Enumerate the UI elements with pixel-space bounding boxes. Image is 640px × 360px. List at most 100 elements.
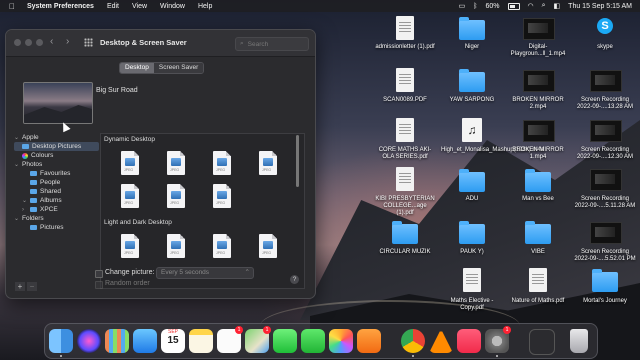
search-field[interactable]: ⌕ Search (235, 37, 309, 51)
skype-icon: S (597, 18, 613, 34)
wallpaper-thumbnail[interactable] (167, 234, 185, 258)
menu-view[interactable]: View (132, 3, 147, 10)
pdf-file-icon (396, 68, 414, 92)
sidebar-item-albums[interactable]: ⌄ Albums (14, 196, 99, 205)
help-button[interactable]: ? (290, 275, 299, 284)
wallpaper-thumbnail[interactable] (167, 151, 185, 175)
tab-switcher: Desktop Screen Saver (119, 62, 205, 74)
change-picture-label: Change picture: (105, 269, 155, 276)
desktop-screensaver-window: ‹ › Desktop & Screen Saver ⌕ Search Desk… (5, 29, 316, 299)
section-light-dark-desktop: Light and Dark Desktop (104, 219, 172, 226)
battery-percent[interactable]: 60% (486, 3, 500, 10)
folder-icon (525, 221, 551, 244)
menu-edit[interactable]: Edit (107, 3, 119, 10)
chevron-down-icon: ⌄ (14, 162, 20, 168)
window-footer: + − Change picture: Every 5 seconds ⌃ Ra… (6, 267, 315, 298)
close-window-button[interactable] (14, 39, 21, 46)
tab-screen-saver[interactable]: Screen Saver (153, 63, 204, 73)
folder-icon (30, 189, 37, 194)
video-file-icon (590, 120, 622, 142)
battery-icon[interactable] (507, 2, 520, 10)
video-file-icon (590, 169, 622, 191)
chevron-down-icon: ⌄ (14, 135, 20, 141)
video-file-icon (590, 70, 622, 92)
add-folder-button[interactable]: + (15, 282, 25, 291)
books-dock-icon[interactable] (357, 329, 381, 353)
folder-icon (459, 169, 485, 192)
sidebar-group-folders[interactable]: ⌄ Folders (14, 214, 99, 223)
folder-icon (525, 169, 551, 192)
search-placeholder: Search (247, 40, 269, 48)
notes-dock-icon[interactable] (189, 329, 213, 353)
menu-app-name[interactable]: System Preferences (27, 3, 94, 10)
launchpad-dock-icon[interactable] (105, 329, 129, 353)
pdf-file-icon (529, 268, 547, 292)
back-arrow-icon[interactable]: ‹ (50, 36, 53, 47)
running-indicator (412, 355, 414, 357)
wallpaper-thumbnail[interactable] (121, 184, 139, 208)
vlc-dock-icon[interactable] (429, 329, 453, 353)
random-order-label: Random order (105, 280, 150, 287)
siri-dock-icon[interactable] (77, 329, 101, 353)
sidebar-item-pictures[interactable]: Pictures (14, 223, 99, 232)
control-center-icon[interactable]: ◧ (554, 2, 561, 10)
mail-dock-icon[interactable] (133, 329, 157, 353)
chrome-dock-icon[interactable] (401, 329, 425, 353)
window-titlebar: ‹ › Desktop & Screen Saver ⌕ Search (6, 30, 315, 57)
finder-dock-icon[interactable] (49, 329, 73, 353)
grid-scrollbar[interactable] (296, 135, 299, 187)
folder-icon (459, 221, 485, 244)
folder-icon (30, 207, 37, 212)
zoom-window-button[interactable] (36, 39, 43, 46)
wallpaper-thumbnail[interactable] (259, 151, 277, 175)
menu-window[interactable]: Window (160, 3, 185, 10)
chevron-right-icon: › (22, 206, 24, 213)
change-interval-dropdown[interactable]: Every 5 seconds ⌃ (156, 267, 254, 279)
folder-icon (459, 69, 485, 92)
wallpaper-thumbnail[interactable] (213, 184, 231, 208)
folder-icon (392, 221, 418, 244)
messages-dock-icon[interactable] (273, 329, 297, 353)
facetime-dock-icon[interactable] (301, 329, 325, 353)
photos-dock-icon[interactable] (329, 329, 353, 353)
menu-clock[interactable]: Thu 15 Sep 5:15 AM (568, 3, 632, 10)
music-dock-icon[interactable] (457, 329, 481, 353)
folder-icon (459, 17, 485, 40)
change-picture-checkbox[interactable] (95, 270, 103, 278)
show-all-grid-icon[interactable] (84, 38, 93, 47)
wifi-icon[interactable]: ◠ (528, 2, 534, 10)
change-interval-value: Every 5 seconds (161, 269, 210, 276)
folder-icon (592, 269, 618, 292)
pdf-file-icon (463, 268, 481, 292)
sidebar-item-xpce[interactable]: › XPCE (14, 205, 99, 214)
forward-arrow-icon[interactable]: › (66, 36, 69, 47)
bluetooth-icon[interactable]: ᛒ (473, 3, 477, 10)
sidebar-item-favourites[interactable]: Favourites (14, 169, 99, 178)
wallpaper-thumbnail[interactable] (121, 151, 139, 175)
calendar-day: 15 (167, 335, 179, 346)
random-order-checkbox[interactable] (95, 281, 103, 289)
wallpaper-thumbnail[interactable] (213, 234, 231, 258)
remove-folder-button[interactable]: − (27, 282, 37, 291)
sidebar-item-desktop-pictures[interactable]: Desktop Pictures (14, 142, 99, 151)
sidebar-item-shared[interactable]: Shared (14, 187, 99, 196)
search-icon: ⌕ (240, 40, 244, 47)
sidebar-item-colours[interactable]: Colours (14, 151, 99, 160)
minimize-window-button[interactable] (25, 39, 32, 46)
menu-help[interactable]: Help (198, 3, 212, 10)
downloads-stack-icon[interactable] (529, 329, 555, 355)
wallpaper-thumbnail[interactable] (121, 234, 139, 258)
sidebar-group-apple[interactable]: ⌄ Apple (14, 133, 99, 142)
tab-desktop[interactable]: Desktop (120, 63, 154, 73)
apple-menu-icon[interactable]:  (9, 2, 17, 11)
spotlight-search-icon[interactable]: ⌕ (542, 2, 546, 10)
wallpaper-thumbnail[interactable] (167, 184, 185, 208)
sidebar-group-photos[interactable]: ⌄ Photos (14, 160, 99, 169)
screen-mirroring-icon[interactable]: ▭ (459, 2, 466, 10)
wallpaper-thumbnail[interactable] (213, 151, 231, 175)
wallpaper-thumbnail[interactable] (259, 234, 277, 258)
calendar-dock-icon[interactable]: SEP 15 (161, 329, 185, 353)
trash-dock-icon[interactable] (570, 329, 588, 353)
section-dynamic-desktop: Dynamic Desktop (104, 136, 155, 143)
sidebar-item-people[interactable]: People (14, 178, 99, 187)
